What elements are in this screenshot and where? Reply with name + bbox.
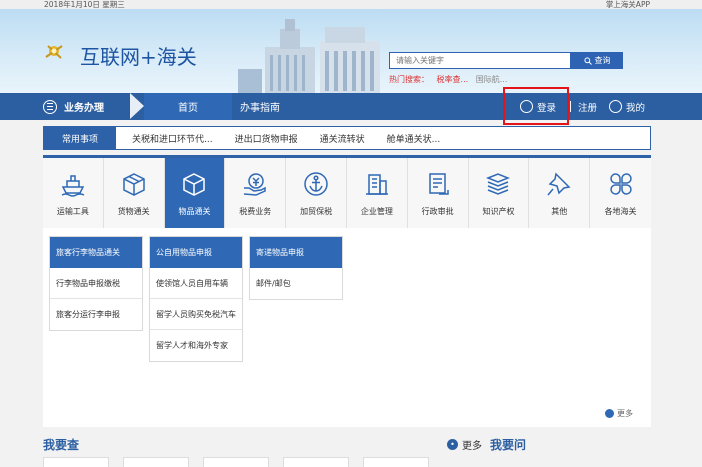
more-label: 更多 — [617, 409, 633, 418]
nav-home-tab[interactable]: 首页 — [144, 93, 232, 120]
submenu-official-use: 公自用物品申报 使领馆人员自用车辆 留学人员购买免税汽车 留学人才和海外专家 — [149, 236, 243, 362]
cube-icon — [183, 173, 206, 196]
top-bar: 2018年1月10日 星期三 掌上海关APP — [0, 0, 702, 9]
tile-enterprise[interactable]: 企业管理 — [346, 158, 408, 228]
register-button[interactable]: 注册 — [578, 93, 597, 120]
submenu-item[interactable]: 使领馆人员自用车辆 — [150, 268, 242, 299]
search-button-label: 查询 — [594, 56, 611, 65]
anchor-icon — [304, 172, 328, 196]
service-tiles: 运输工具 货物通关 物品通关 税费业务 加贸保税 企业管理 行政审批 知识产权 — [43, 155, 651, 228]
tile-bonded[interactable]: 加贸保税 — [286, 158, 347, 228]
tile-label: 货物通关 — [117, 207, 150, 216]
user-icon — [609, 100, 622, 113]
mobile-app-link[interactable]: 掌上海关APP — [606, 0, 650, 9]
ship-icon — [61, 175, 85, 197]
query-section-title: 我要查 — [43, 438, 80, 452]
tile-label: 加贸保税 — [300, 207, 333, 216]
my-account-label: 我的 — [626, 102, 646, 114]
business-menu-button[interactable]: 业务办理 — [0, 93, 140, 120]
submenu-header[interactable]: 寄递物品申报 — [250, 237, 342, 268]
yuan-icon — [244, 173, 267, 196]
tile-label: 运输工具 — [56, 207, 89, 216]
more-label: 更多 — [462, 441, 482, 452]
date-text: 2018年1月10日 星期三 — [44, 0, 125, 9]
clover-icon — [609, 173, 632, 195]
tile-label: 物品通关 — [178, 207, 211, 216]
query-card[interactable] — [203, 457, 269, 467]
business-menu-label: 业务办理 — [64, 103, 104, 114]
tile-cargo[interactable]: 货物通关 — [103, 158, 165, 228]
menu-icon — [43, 99, 57, 114]
tile-label: 其他 — [551, 207, 568, 216]
submenu-item[interactable]: 留学人员购买免税汽车 — [150, 299, 242, 330]
tile-label: 知识产权 — [482, 207, 515, 216]
query-card[interactable] — [123, 457, 189, 467]
tile-label: 税费业务 — [239, 207, 272, 216]
login-highlight-box — [503, 87, 569, 125]
submenu-passenger: 旅客行李物品通关 行李物品申报缴税 旅客分运行李申报 — [49, 236, 143, 331]
header-banner: 互联网+海关 查询 热门搜索： 税率查... 国际航... — [0, 9, 702, 93]
more-icon: • — [447, 439, 458, 450]
my-account-button[interactable]: 我的 — [609, 93, 645, 120]
tile-approval[interactable]: 行政审批 — [407, 158, 469, 228]
search-input[interactable] — [389, 52, 571, 69]
tile-articles[interactable]: 物品通关 — [164, 158, 226, 228]
search-icon — [583, 56, 592, 65]
query-cards — [43, 457, 443, 467]
nav-arrow-decoration — [130, 93, 144, 119]
common-link[interactable]: 进出口货物申报 — [235, 132, 298, 145]
books-icon — [486, 173, 511, 195]
customs-building-illustration — [238, 19, 380, 93]
nav-guide-tab[interactable]: 办事指南 — [240, 93, 280, 120]
document-icon — [428, 173, 449, 195]
main-nav: 业务办理 首页 办事指南 登录 注册 我的 — [0, 93, 702, 120]
hot-search-label: 热门搜索： — [389, 75, 429, 84]
common-link[interactable]: 关税和进口环节代... — [132, 132, 213, 145]
tile-label: 企业管理 — [360, 207, 393, 216]
common-link[interactable]: 舱单通关状... — [387, 132, 441, 145]
more-icon — [605, 409, 614, 418]
service-panel: 运输工具 货物通关 物品通关 税费业务 加贸保税 企业管理 行政审批 知识产权 — [43, 155, 651, 427]
common-items-bar: 常用事项 关税和进口环节代... 进出口货物申报 通关流转状 舱单通关状... — [43, 126, 651, 150]
pin-icon — [547, 172, 571, 196]
box-icon — [122, 173, 145, 196]
tile-local-customs[interactable]: 各地海关 — [590, 158, 651, 228]
common-items-links: 关税和进口环节代... 进出口货物申报 通关流转状 舱单通关状... — [132, 127, 462, 149]
tile-transport[interactable]: 运输工具 — [43, 158, 104, 228]
query-card[interactable] — [283, 457, 349, 467]
search-button[interactable]: 查询 — [571, 52, 623, 69]
submenu-item[interactable]: 旅客分运行李申报 — [50, 299, 142, 330]
site-title: 互联网+海关 — [80, 45, 197, 69]
submenu-item[interactable]: 行李物品申报缴税 — [50, 268, 142, 299]
submenu-header[interactable]: 旅客行李物品通关 — [50, 237, 142, 268]
common-link[interactable]: 通关流转状 — [320, 132, 365, 145]
tile-label: 行政审批 — [421, 207, 454, 216]
common-items-label: 常用事项 — [44, 127, 116, 149]
hot-tag-flight[interactable]: 国际航... — [476, 75, 508, 84]
query-card[interactable] — [363, 457, 429, 467]
customs-emblem-icon — [45, 45, 63, 59]
tile-other[interactable]: 其他 — [529, 158, 591, 228]
hot-search: 热门搜索： 税率查... 国际航... — [389, 74, 507, 85]
tile-ip[interactable]: 知识产权 — [468, 158, 530, 228]
submenu-postal: 寄递物品申报 邮件/邮包 — [249, 236, 343, 300]
submenu-item[interactable]: 留学人才和海外专家 — [150, 330, 242, 361]
building-icon — [365, 174, 388, 195]
submenu-item[interactable]: 邮件/邮包 — [250, 268, 342, 299]
submenu-header[interactable]: 公自用物品申报 — [150, 237, 242, 268]
hot-tag-tariff[interactable]: 税率查... — [437, 75, 469, 84]
more-link[interactable]: 更多 — [605, 408, 633, 419]
tile-tax[interactable]: 税费业务 — [225, 158, 287, 228]
nav-separator — [570, 101, 571, 112]
ask-section-title: 我要问 — [490, 438, 527, 452]
tile-label: 各地海关 — [604, 207, 637, 216]
query-card[interactable] — [43, 457, 109, 467]
query-more-link[interactable]: • 更多 — [447, 437, 482, 452]
